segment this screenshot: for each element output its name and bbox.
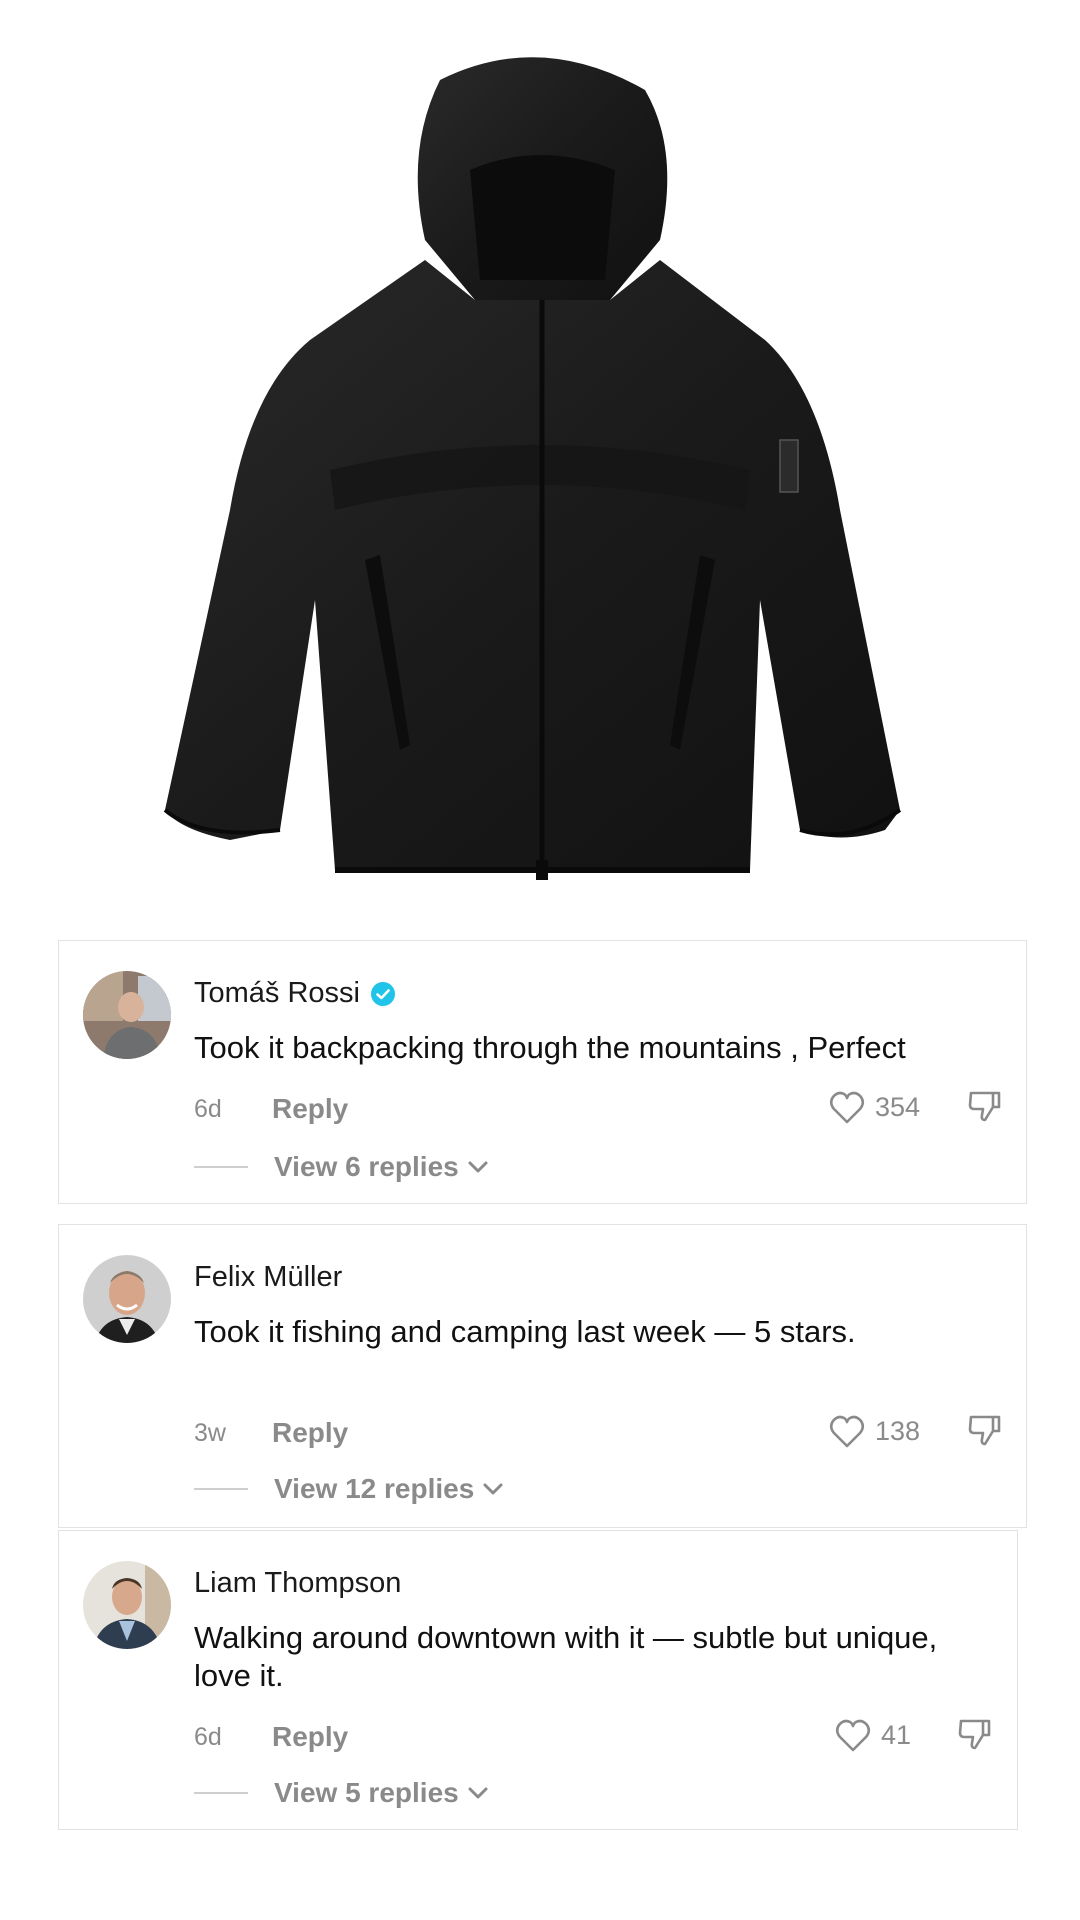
verified-badge-icon [370, 981, 396, 1007]
commenter-name[interactable]: Liam Thompson [194, 1567, 401, 1600]
view-replies-label: View 12 replies [274, 1473, 475, 1504]
comment-time: 6d [194, 1094, 222, 1123]
view-replies-label: View 5 replies [274, 1777, 459, 1808]
comment-text: Walking around downtown with it — subtle… [194, 1620, 938, 1693]
view-replies-button[interactable]: View 12 replies [274, 1473, 504, 1505]
commenter-name[interactable]: Tomáš Rossi [194, 977, 360, 1010]
chevron-down-icon [482, 1481, 504, 1497]
thumbs-down-icon [967, 1089, 1003, 1123]
view-replies-label: View 6 replies [274, 1151, 459, 1182]
heart-icon [835, 1719, 871, 1753]
comment-text: Took it backpacking through the mountain… [194, 1030, 906, 1065]
like-count: 41 [881, 1720, 912, 1750]
dislike-button[interactable] [957, 1717, 993, 1754]
commenter-name[interactable]: Felix Müller [194, 1261, 342, 1294]
reply-button[interactable]: Reply [272, 1417, 348, 1449]
avatar[interactable] [83, 1561, 171, 1649]
thumbs-down-icon [957, 1717, 993, 1751]
reply-button[interactable]: Reply [272, 1093, 348, 1125]
replies-divider [194, 1488, 248, 1490]
like-button[interactable]: 354 [829, 1091, 931, 1125]
comment-card: Tomáš Rossi Took it backpacking through … [58, 940, 1027, 1204]
comment-text: Took it fishing and camping last week — … [194, 1314, 856, 1349]
comment-card: Liam Thompson Walking around downtown wi… [58, 1530, 1018, 1830]
like-count: 138 [875, 1416, 921, 1446]
like-count: 354 [875, 1092, 921, 1122]
comment-card: Felix Müller Took it fishing and camping… [58, 1224, 1027, 1528]
reply-button[interactable]: Reply [272, 1721, 348, 1753]
chevron-down-icon [467, 1785, 489, 1801]
chevron-down-icon [467, 1159, 489, 1175]
comment-time: 6d [194, 1722, 222, 1751]
replies-divider [194, 1166, 248, 1168]
view-replies-button[interactable]: View 6 replies [274, 1151, 489, 1183]
heart-icon [829, 1415, 865, 1449]
product-image[interactable] [140, 40, 940, 880]
thumbs-down-icon [967, 1413, 1003, 1447]
comment-time: 3w [194, 1418, 226, 1447]
heart-icon [829, 1091, 865, 1125]
dislike-button[interactable] [967, 1413, 1003, 1450]
avatar[interactable] [83, 971, 171, 1059]
like-button[interactable]: 41 [835, 1719, 937, 1753]
view-replies-button[interactable]: View 5 replies [274, 1777, 489, 1809]
replies-divider [194, 1792, 248, 1794]
dislike-button[interactable] [967, 1089, 1003, 1126]
like-button[interactable]: 138 [829, 1415, 931, 1449]
avatar[interactable] [83, 1255, 171, 1343]
